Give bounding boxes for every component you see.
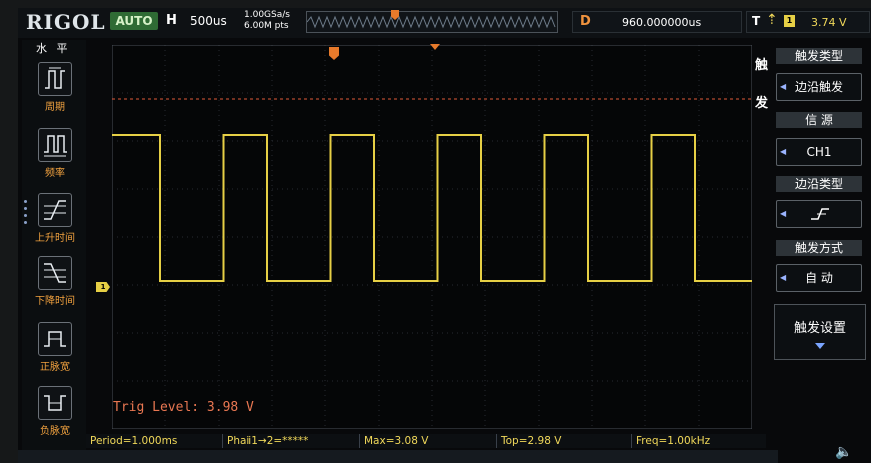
measurement-phase[interactable]: Phaⅱ1→2=*****: [227, 434, 360, 448]
trigger-label: T: [752, 14, 761, 28]
source-header: 信 源: [776, 112, 862, 128]
run-status-badge[interactable]: AUTO: [110, 12, 158, 30]
trigger-mode-value: 自 动: [805, 271, 833, 285]
acquisition-info: 1.00GSa/s 6.00M pts: [244, 10, 290, 32]
menu-item-label: 正脉宽: [40, 362, 70, 373]
trigger-mode-button[interactable]: ◀ 自 动: [776, 264, 862, 292]
source-value: CH1: [806, 145, 832, 159]
trigger-level-readout: Trig Level: 3.98 V: [113, 400, 254, 415]
rising-edge-icon: [811, 208, 829, 220]
grid-svg: [112, 45, 752, 429]
timebase-value: 500us: [190, 14, 227, 28]
negative-width-icon: [38, 386, 72, 420]
menu-item-frequency[interactable]: 频率: [28, 128, 82, 188]
trigger-mode-header: 触发方式: [776, 240, 862, 256]
measurement-period[interactable]: Period=1.000ms: [90, 434, 223, 448]
horizontal-menu-title: 水 平: [36, 42, 71, 55]
trigger-status-box[interactable]: [746, 11, 870, 33]
trigger-channel-badge: 1: [784, 15, 795, 27]
period-icon: [38, 62, 72, 96]
menu-item-label: 频率: [45, 168, 65, 179]
menu-item-label: 上升时间: [35, 233, 75, 244]
memory-overview-bar: [306, 11, 558, 33]
memory-waveform-icon: [307, 15, 556, 29]
waveform-grid[interactable]: [112, 45, 752, 429]
left-arrow-icon: ◀: [780, 147, 787, 156]
trigger-type-header: 触发类型: [776, 48, 862, 64]
brand-logo: RIGOL: [26, 10, 106, 34]
left-arrow-icon: ◀: [780, 273, 787, 282]
trigger-level-value: 3.74 V: [811, 16, 847, 29]
menu-item-positive-width[interactable]: 正脉宽: [28, 322, 82, 382]
fall-time-icon: [38, 256, 72, 290]
memory-depth: 6.00M pts: [244, 21, 289, 31]
trigger-setup-label: 触发设置: [793, 321, 846, 336]
menu-item-label: 负脉宽: [40, 426, 70, 437]
trigger-setup-button[interactable]: 触发设置: [774, 304, 866, 360]
horizontal-label: H: [166, 13, 177, 28]
rising-edge-icon: ⇡: [766, 12, 778, 28]
frequency-icon: [38, 128, 72, 162]
left-arrow-icon: ◀: [780, 82, 787, 91]
positive-width-icon: [38, 322, 72, 356]
ch1-waveform: [112, 134, 752, 282]
menu-item-period[interactable]: 周期: [28, 62, 82, 122]
speaker-icon[interactable]: 🔈: [835, 444, 852, 460]
delay-value: 960.000000us: [622, 16, 702, 29]
channel-status-strip: [18, 450, 778, 463]
trigger-type-value: 边沿触发: [794, 80, 843, 94]
menu-item-fall-time[interactable]: 下降时间: [28, 256, 82, 316]
trigger-menu-side-title-1: 触: [755, 58, 769, 73]
left-arrow-icon: ◀: [780, 209, 787, 218]
menu-item-rise-time[interactable]: 上升时间: [28, 193, 82, 253]
measurement-top[interactable]: Top=2.98 V: [501, 434, 632, 448]
menu-item-label: 下降时间: [35, 296, 75, 307]
measurement-frequency[interactable]: Freq=1.00kHz: [636, 434, 764, 448]
grid-lines: [112, 45, 752, 429]
delay-label: D: [580, 14, 591, 29]
source-button[interactable]: ◀ CH1: [776, 138, 862, 166]
menu-item-negative-width[interactable]: 负脉宽: [28, 386, 82, 446]
sample-rate: 1.00GSa/s: [244, 10, 290, 20]
trigger-type-button[interactable]: ◀ 边沿触发: [776, 73, 862, 101]
chevron-down-icon: [815, 343, 825, 349]
rise-time-icon: [38, 193, 72, 227]
edge-type-header: 边沿类型: [776, 176, 862, 192]
measurement-max[interactable]: Max=3.08 V: [364, 434, 497, 448]
trigger-menu-side-title-2: 发: [755, 96, 769, 111]
edge-type-button[interactable]: ◀: [776, 200, 862, 228]
menu-item-label: 周期: [45, 102, 65, 113]
